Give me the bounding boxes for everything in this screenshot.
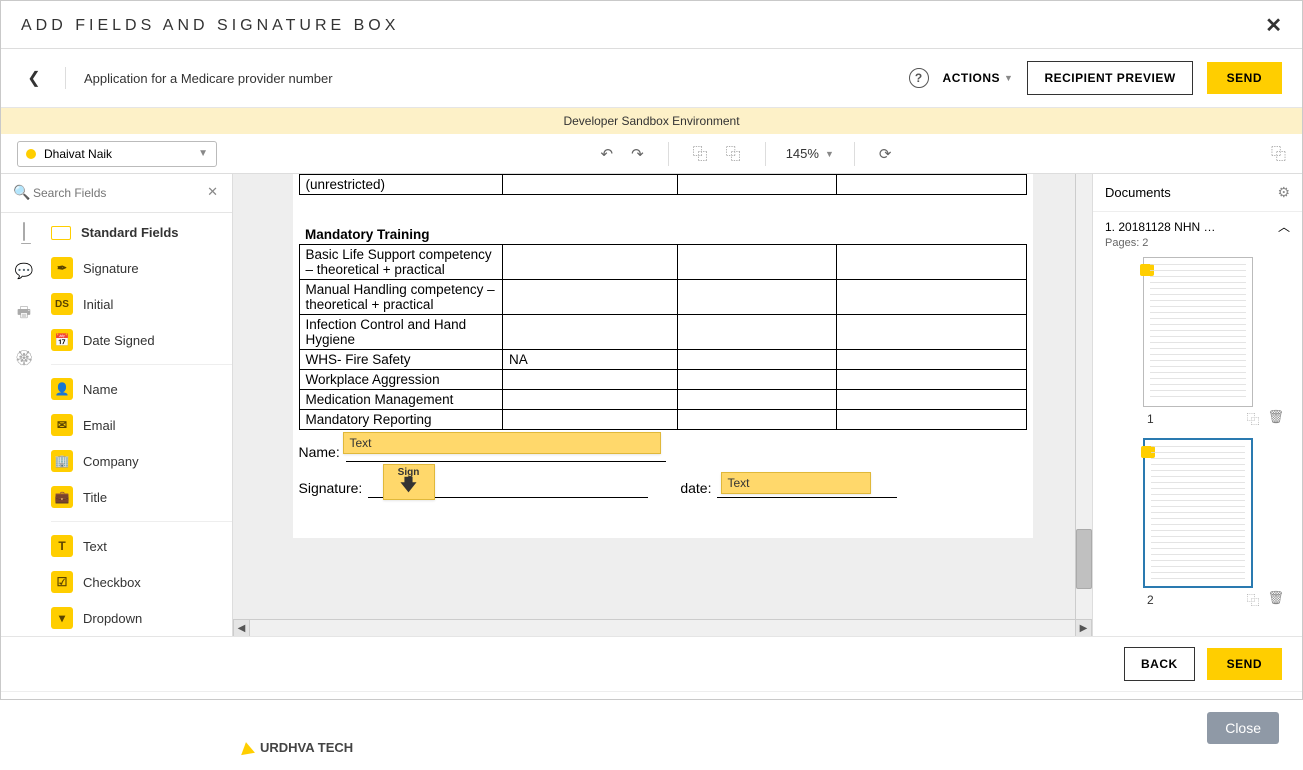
send-button[interactable]: SEND — [1207, 62, 1282, 94]
table-cell: Medication Management — [299, 389, 503, 409]
modal-title: ADD FIELDS AND SIGNATURE BOX — [21, 17, 399, 35]
field-dropdown[interactable]: ▾Dropdown — [47, 600, 232, 636]
table-cell: Infection Control and Hand Hygiene — [299, 314, 503, 349]
zoom-dropdown[interactable]: 145% ▼ — [786, 146, 834, 161]
clear-search-icon[interactable]: ✕ — [207, 184, 218, 200]
brand-triangle-icon — [239, 740, 255, 754]
scroll-left-icon[interactable]: ◀ — [233, 620, 250, 637]
table-cell: Basic Life Support competency – theoreti… — [299, 244, 503, 279]
dropdown-icon: ▾ — [51, 607, 73, 629]
field-name[interactable]: 👤Name — [47, 371, 232, 407]
duplicate-page-icon[interactable]: ⿻ — [1246, 590, 1259, 609]
section-header: Mandatory Training — [299, 225, 1026, 245]
standard-fields-header: Standard Fields — [47, 219, 232, 250]
briefcase-icon: 💼 — [51, 486, 73, 508]
undo-icon[interactable]: ↶ — [597, 145, 618, 163]
horizontal-scrollbar[interactable]: ◀ ▶ — [233, 619, 1092, 636]
page-number: 2 — [1147, 593, 1154, 607]
recipient-select[interactable]: Dhaivat Naik ▼ — [17, 141, 217, 167]
actions-dropdown[interactable]: ACTIONS ▼ — [943, 71, 1014, 85]
scroll-right-icon[interactable]: ▶ — [1075, 620, 1092, 637]
delete-page-icon[interactable]: 🗑 — [1267, 590, 1284, 609]
search-icon: 🔍 — [13, 184, 30, 201]
duplicate-page-icon[interactable]: ⿻ — [1246, 409, 1259, 428]
arrow-down-icon: 🡇 — [398, 478, 420, 494]
sidebar-tab-merge-icon[interactable]: 🖶 — [17, 302, 31, 327]
field-title[interactable]: 💼Title — [47, 479, 232, 515]
divider — [65, 67, 66, 89]
copy-icon[interactable]: ⿻ — [689, 143, 712, 164]
field-signature[interactable]: ✒Signature — [47, 250, 232, 286]
search-fields-input[interactable] — [9, 180, 224, 206]
field-date-signed[interactable]: 📅Date Signed — [47, 322, 232, 358]
document-item[interactable]: 1. 20181128 NHN … ︿ — [1105, 218, 1290, 235]
recipient-name: Dhaivat Naik — [44, 147, 112, 161]
caret-down-icon: ▼ — [825, 149, 834, 159]
field-checkbox[interactable]: ☑Checkbox — [47, 564, 232, 600]
recipient-color-dot — [26, 149, 36, 159]
rotate-icon[interactable]: ⟳ — [875, 145, 896, 163]
close-modal-button[interactable]: Close — [1207, 712, 1279, 744]
placed-text-field[interactable]: Text — [721, 472, 871, 494]
help-icon[interactable]: ? — [909, 68, 929, 88]
placed-text-field[interactable]: Text — [343, 432, 661, 454]
sandbox-banner: Developer Sandbox Environment — [1, 108, 1302, 134]
building-icon: 🏢 — [51, 450, 73, 472]
brand-logo: URDHVA TECH — [240, 740, 353, 755]
placed-signature-field[interactable]: Sign 🡇 — [383, 464, 435, 500]
name-label: Name: — [299, 444, 340, 462]
recipient-preview-button[interactable]: RECIPIENT PREVIEW — [1027, 61, 1192, 95]
calendar-icon: 📅 — [51, 329, 73, 351]
back-chevron-icon[interactable]: ❮ — [21, 65, 47, 91]
vertical-scrollbar[interactable] — [1075, 174, 1092, 619]
text-icon: T — [51, 535, 73, 557]
page-thumbnail-2[interactable] — [1143, 438, 1253, 588]
table-cell: Manual Handling competency – theoretical… — [299, 279, 503, 314]
sidebar-tab-standard-icon[interactable] — [23, 223, 25, 240]
signature-label: Signature: — [299, 480, 363, 498]
field-text[interactable]: TText — [47, 528, 232, 564]
gear-icon[interactable]: ⚙ — [1277, 184, 1290, 201]
initial-icon: DS — [51, 293, 73, 315]
close-icon[interactable]: ✕ — [1265, 13, 1282, 38]
date-label: date: — [680, 480, 711, 498]
paste-icon[interactable]: ⿻ — [722, 143, 745, 164]
field-initial[interactable]: DSInitial — [47, 286, 232, 322]
table-cell: WHS- Fire Safety — [299, 349, 503, 369]
caret-down-icon: ▼ — [1004, 73, 1013, 83]
checkbox-icon: ☑ — [51, 571, 73, 593]
document-title: Application for a Medicare provider numb… — [84, 71, 333, 86]
person-icon: 👤 — [51, 378, 73, 400]
document-canvas[interactable]: (unrestricted) Mandatory Training Basic … — [233, 174, 1092, 636]
chevron-up-icon: ︿ — [1278, 218, 1290, 235]
table-cell: Workplace Aggression — [299, 369, 503, 389]
sidebar-tab-custom-icon[interactable]: 💬 — [15, 262, 34, 280]
back-button[interactable]: BACK — [1124, 647, 1195, 681]
field-company[interactable]: 🏢Company — [47, 443, 232, 479]
table-cell: Mandatory Reporting — [299, 409, 503, 429]
sidebar-tab-seal-icon[interactable]: 🏵 — [14, 349, 33, 367]
delete-page-icon[interactable]: 🗑 — [1267, 409, 1284, 428]
copy-panel-icon[interactable]: ⿻ — [1267, 146, 1290, 163]
email-icon: ✉ — [51, 414, 73, 436]
page-number: 1 — [1147, 412, 1154, 426]
caret-down-icon: ▼ — [198, 148, 208, 159]
table-cell: (unrestricted) — [299, 175, 503, 195]
page-thumbnail-1[interactable] — [1143, 257, 1253, 407]
pages-count: Pages: 2 — [1105, 237, 1290, 249]
documents-panel-title: Documents — [1105, 185, 1171, 200]
redo-icon[interactable]: ↷ — [627, 145, 648, 163]
signature-icon: ✒ — [51, 257, 73, 279]
folder-icon — [51, 226, 71, 240]
field-email[interactable]: ✉Email — [47, 407, 232, 443]
send-button-footer[interactable]: SEND — [1207, 648, 1282, 680]
